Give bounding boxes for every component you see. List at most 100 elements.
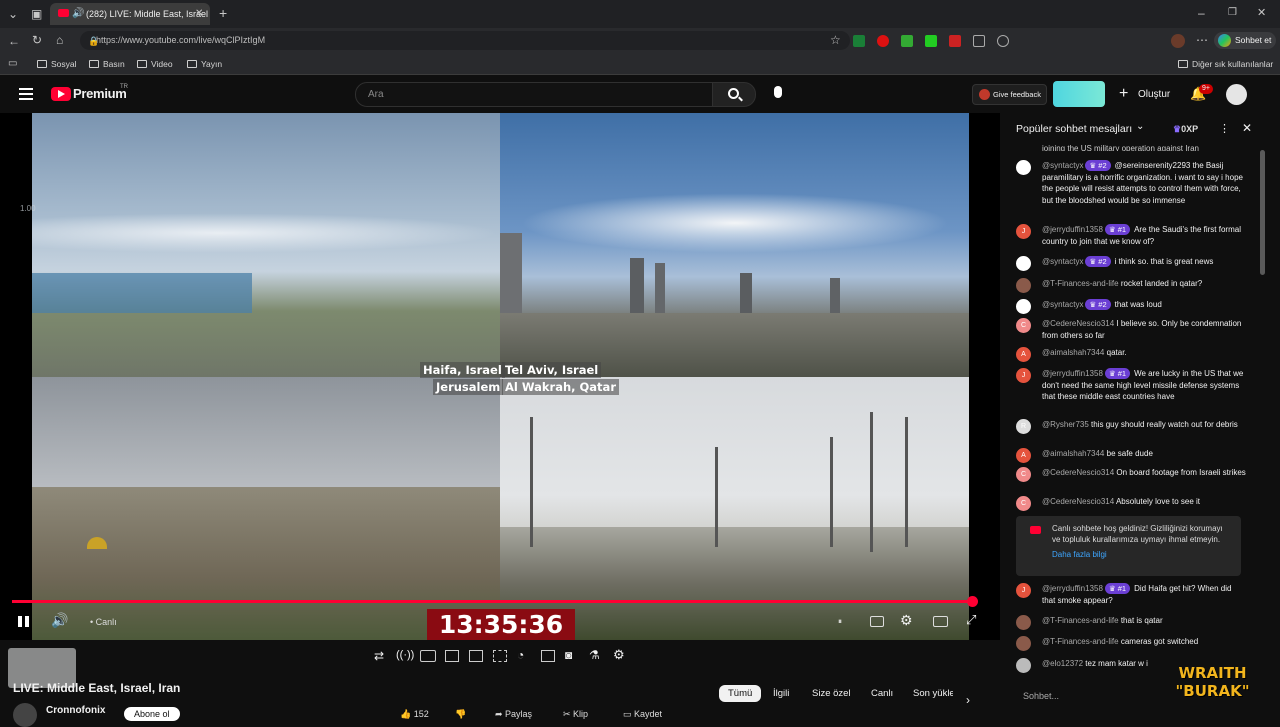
camera-icon[interactable]: ◙ [565,648,572,662]
chat-input[interactable]: Sohbet... [1023,691,1059,701]
extension-widget[interactable] [1053,81,1105,107]
new-tab-icon[interactable]: + [219,6,227,20]
profile-avatar[interactable] [1171,34,1185,48]
chat-scrollbar[interactable] [1260,150,1265,275]
chat-avatar[interactable] [1016,615,1031,630]
close-chat-icon[interactable]: ✕ [1242,121,1252,135]
crop-icon[interactable] [493,650,507,662]
chat-author[interactable]: @aimalshah7344 [1042,449,1104,458]
chat-avatar[interactable] [1016,278,1031,293]
screen-icon[interactable] [420,650,436,662]
home-icon[interactable]: ⌂ [56,34,63,46]
loop-icon[interactable]: ⇄ [374,649,384,663]
close-window-icon[interactable]: ✕ [1257,7,1266,19]
extension-icon[interactable] [853,35,865,47]
reading-list-icon[interactable]: ▭ [8,58,17,70]
save-button[interactable]: ▭ Kaydet [623,709,662,720]
chip-for-you[interactable]: Size özel [812,688,851,699]
chat-author[interactable]: @syntactyx [1042,161,1083,170]
channel-name[interactable]: Cronnofonix [46,705,105,716]
account-avatar[interactable] [1226,84,1247,105]
chat-avatar[interactable]: J [1016,224,1031,239]
chip-live[interactable]: Canlı [871,688,893,699]
maximize-icon[interactable]: ❐ [1228,7,1237,19]
chat-author[interactable]: @T-Finances-and-life [1042,637,1119,646]
flask-icon[interactable]: ⚗ [589,648,600,662]
pip-icon[interactable] [469,650,483,662]
broadcast-icon[interactable]: ((·)) [396,649,414,661]
chat-author[interactable]: @aimalshah7344 [1042,348,1104,357]
chat-message[interactable]: @syntactyx ♛ #2 @sereinserenity2293 the Ba… [1016,160,1246,206]
film-icon[interactable] [445,650,459,662]
search-button[interactable] [712,82,756,107]
chat-avatar[interactable] [1016,658,1031,673]
bookmark-folder[interactable]: Video [137,58,173,70]
chat-message[interactable]: @T-Finances-and-life that is qatar [1016,615,1246,630]
speed-icon[interactable]: ◔ [517,648,524,662]
create-button[interactable]: Oluştur [1138,89,1170,100]
like-button[interactable]: 👍 152 [400,709,429,720]
microphone-icon[interactable] [774,86,782,98]
create-plus-icon[interactable]: + [1119,85,1128,103]
chat-avatar[interactable]: C [1016,496,1031,511]
chat-message[interactable]: J @jerryduffin1358 ♛ #1 Are the Saudi's the… [1016,224,1246,247]
extension-icon[interactable] [997,35,1009,47]
scrubber-handle[interactable] [967,596,978,607]
channel-avatar[interactable] [13,703,37,727]
chat-avatar[interactable]: C [1016,318,1031,333]
chevron-down-icon[interactable]: ⌄ [1136,121,1144,132]
chat-author[interactable]: @jerryduffin1358 [1042,584,1103,593]
chat-more-icon[interactable]: ⋮ [1219,122,1230,135]
chat-avatar[interactable]: C [1016,467,1031,482]
chat-avatar[interactable] [1016,160,1031,175]
chat-message[interactable]: C @CedereNescio314 On board footage from … [1016,467,1246,482]
chat-author[interactable]: @elo12372 [1042,659,1083,668]
chat-avatar[interactable]: J [1016,368,1031,383]
fullscreen-icon[interactable]: ⤢ [966,612,976,628]
chat-avatar[interactable]: R [1016,419,1031,434]
chat-author[interactable]: @Rysher735 [1042,420,1089,429]
theater-mode-icon[interactable] [933,616,948,627]
chat-author[interactable]: @CedereNescio314 [1042,497,1114,506]
chat-avatar[interactable]: A [1016,448,1031,463]
chat-avatar[interactable]: A [1016,347,1031,362]
chat-avatar[interactable] [1016,636,1031,651]
bookmark-folder[interactable]: Basın [89,58,125,70]
share-button[interactable]: ➦ Paylaş [495,709,532,720]
chat-message[interactable]: C @CedereNescio314 I believe so. Only be … [1016,318,1246,341]
chat-author[interactable]: @syntactyx [1042,257,1083,266]
lock-icon[interactable]: 🔒 [88,35,99,47]
extension-icon[interactable] [901,35,913,47]
chat-message[interactable]: @syntactyx ♛ #2 i think so. that is great … [1016,256,1246,271]
chat-message[interactable]: J @jerryduffin1358 ♛ #1 We are lucky in the… [1016,368,1246,403]
chat-avatar[interactable]: J [1016,583,1031,598]
chat-avatar[interactable] [1016,299,1031,314]
dislike-icon[interactable]: 👎 [455,709,466,720]
chat-author[interactable]: @CedereNescio314 [1042,319,1114,328]
chat-message[interactable]: @T-Finances-and-life rocket landed in qa… [1016,278,1246,293]
miniplayer-pause-icon[interactable]: ⏸ [838,617,842,627]
bookmark-folder[interactable]: Yayın [187,58,222,70]
chat-header-title[interactable]: Popüler sohbet mesajları [1016,123,1132,135]
extension-icon[interactable] [973,35,985,47]
extension-icon[interactable] [925,35,937,47]
xp-badge[interactable]: ♛0XP [1173,124,1198,135]
chat-author[interactable]: @T-Finances-and-life [1042,616,1119,625]
chip-all[interactable]: Tümü [719,685,762,702]
hamburger-menu-icon[interactable] [19,88,33,100]
copilot-button[interactable]: Sohbet et [1214,32,1276,49]
settings-gear-icon[interactable]: ⚙ [900,612,913,629]
speaker-icon[interactable]: 🔊 [72,3,84,25]
extension-icon[interactable] [949,35,961,47]
browser-tab-active[interactable]: 🔊 (282) LIVE: Middle East, Israel [50,3,210,25]
minimize-icon[interactable]: – [1198,7,1205,19]
chips-next-icon[interactable]: › [966,693,970,707]
url-field[interactable]: https://www.youtube.com/live/wqClPIztIgM [80,31,850,50]
other-bookmarks[interactable]: Diğer sık kullanılanlar [1178,58,1273,70]
chat-avatar[interactable] [1016,256,1031,271]
subscribe-button[interactable]: Abone ol [124,707,180,721]
chat-author[interactable]: @jerryduffin1358 [1042,369,1103,378]
chat-message[interactable]: C @CedereNescio314 Absolutely love to see… [1016,496,1246,511]
zoom-icon[interactable] [541,650,555,662]
chip-recent[interactable]: Son yükle [913,688,953,699]
